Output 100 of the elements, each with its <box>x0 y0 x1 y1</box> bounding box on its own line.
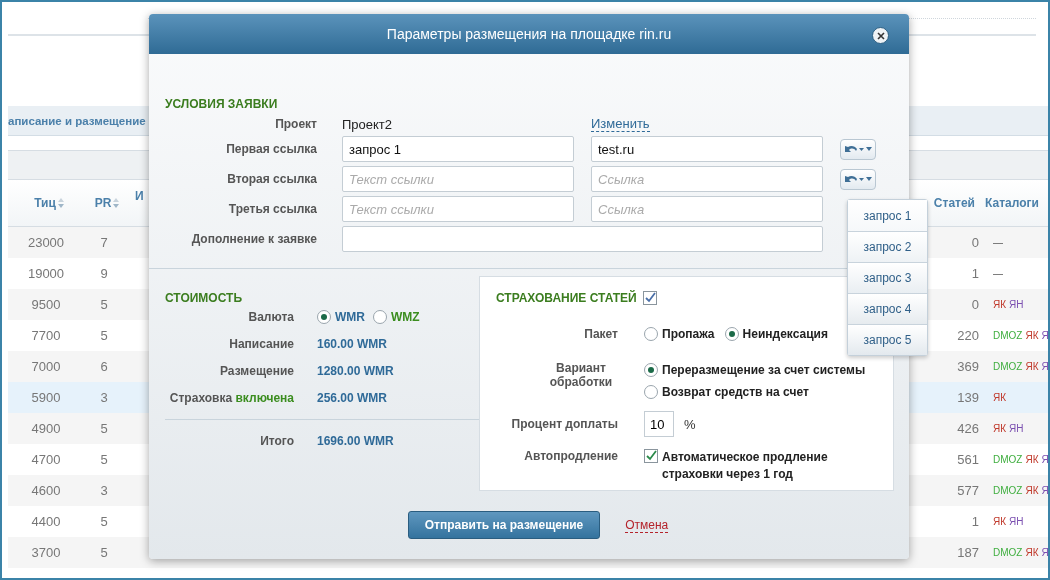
radio-button[interactable] <box>644 327 658 341</box>
field-label: Первая ссылка <box>225 142 318 156</box>
sort-icon <box>113 198 120 208</box>
undo-dropdown-button[interactable] <box>840 168 876 190</box>
table-cell-text: 6 <box>99 359 109 374</box>
price-value: 160.00 WMR <box>317 337 389 351</box>
catalog-tag: ЯН <box>1009 299 1024 310</box>
catalog-tag: ЯК <box>1025 330 1039 341</box>
undo-dropdown-button[interactable] <box>840 138 876 160</box>
field-label: Итого <box>259 434 295 448</box>
link-url-field[interactable]: test.ru <box>591 136 823 162</box>
catalog-tag: ЯК <box>1025 361 1039 372</box>
table-cell-text: 3 <box>99 390 109 405</box>
link-url-field[interactable]: Ссылка <box>591 196 823 222</box>
table-cell-text: 369 <box>956 359 980 374</box>
change-link[interactable]: Изменить <box>591 116 650 132</box>
menu-item[interactable]: запрос 5 <box>848 324 927 355</box>
tab[interactable]: аписание и размещение <box>8 114 146 127</box>
link-text-field[interactable]: Текст ссылки <box>342 166 574 192</box>
percent-field[interactable]: 10 <box>644 411 674 437</box>
menu-item[interactable]: запрос 4 <box>848 293 927 324</box>
link-text-field[interactable]: Текст ссылки <box>342 196 574 222</box>
field-label: Проект <box>274 117 318 131</box>
field-label: Процент доплаты <box>510 417 619 431</box>
catalog-tag: ЯК <box>1025 485 1039 496</box>
table-cell-text: 9500 <box>30 297 62 312</box>
close-button[interactable] <box>872 27 889 44</box>
table-cell-text: 0 <box>970 235 980 250</box>
radio-button[interactable] <box>724 327 739 341</box>
field-label: Валюта <box>247 310 295 324</box>
price-value: 1280.00 WMR <box>317 364 395 378</box>
table-cell-text: 5 <box>99 452 109 467</box>
table-cell-text: 5 <box>99 514 109 529</box>
catalog-tag: ЯК <box>993 423 1007 434</box>
table-cell-text: 5 <box>99 297 109 312</box>
table-cell-text: 4400 <box>30 514 62 529</box>
column-header[interactable]: PR <box>94 196 112 210</box>
option-label: Возврат средств на счет <box>662 385 809 399</box>
catalog-tag: — <box>993 237 1003 248</box>
catalog-tag: ЯН <box>1009 423 1024 434</box>
link-text-field[interactable]: запрос 1 <box>342 136 574 162</box>
field-label: Третья ссылка <box>227 202 318 216</box>
field-label: Вторая ссылка <box>226 172 318 186</box>
radio-button[interactable] <box>373 310 387 324</box>
note-field[interactable] <box>342 226 823 252</box>
table-cell-text: 7000 <box>30 359 62 374</box>
percent-unit: % <box>684 416 696 432</box>
catalog-tag: ЯК <box>1025 454 1039 465</box>
checkbox[interactable] <box>644 449 658 463</box>
checkbox[interactable] <box>642 291 657 305</box>
catalog-tag: — <box>993 268 1003 279</box>
table-cell-text: 7 <box>99 235 109 250</box>
column-header: Каталоги <box>985 196 1039 210</box>
section-heading: СТОИМОСТЬ <box>165 291 243 305</box>
column-header[interactable]: Тиц <box>34 196 56 210</box>
table-cell-text: 5900 <box>30 390 62 405</box>
project-name: Проект2 <box>342 116 394 132</box>
table-cell-text: 9 <box>99 266 109 281</box>
column-header: Статей <box>933 196 975 210</box>
table-cell-text: 561 <box>956 452 980 467</box>
table-cell-text: 5 <box>99 421 109 436</box>
catalog-tag: Я <box>1041 361 1048 372</box>
submit-button[interactable]: Отправить на размещение <box>407 511 601 539</box>
field-label: Вариант обработки <box>548 361 614 389</box>
catalog-tag: DMOZ <box>993 454 1023 465</box>
table-cell-text: 139 <box>956 390 980 405</box>
field-label: Пакет <box>583 327 619 341</box>
option-label: Автоматическое продление страховки через 1 год <box>662 449 829 483</box>
option-label: Переразмещение за счет системы <box>662 363 866 377</box>
field-label: Размещение <box>219 364 295 378</box>
sort-icon <box>57 198 64 208</box>
catalog-tag: DMOZ <box>993 485 1023 496</box>
price-value: 256.00 WMR <box>317 391 389 405</box>
catalog-tag: ЯК <box>1025 547 1039 558</box>
menu-item[interactable]: запрос 3 <box>848 262 927 293</box>
option-label: WMR <box>335 310 365 324</box>
catalog-tag: Я <box>1041 454 1048 465</box>
column-header: И <box>135 189 144 203</box>
radio-button[interactable] <box>317 310 331 324</box>
link-url-field[interactable]: Ссылка <box>591 166 823 192</box>
table-cell-text: 5 <box>99 328 109 343</box>
menu-item[interactable]: запрос 2 <box>848 231 927 262</box>
catalog-tag: DMOZ <box>993 330 1023 341</box>
table-cell-text: 0 <box>970 297 980 312</box>
field-label: Написание <box>228 337 295 351</box>
radio-button[interactable] <box>644 363 658 377</box>
menu-item[interactable]: запрос 1 <box>848 200 927 231</box>
table-cell-text: 4900 <box>30 421 62 436</box>
catalog-tag: Я <box>1041 330 1048 341</box>
close-icon <box>876 31 885 40</box>
table-cell-text: 19000 <box>26 266 66 281</box>
table-cell-text: 1 <box>970 514 980 529</box>
catalog-tag: ЯК <box>993 392 1007 403</box>
catalog-tag: ЯК <box>993 299 1007 310</box>
radio-button[interactable] <box>644 385 658 399</box>
table-cell-text: 3 <box>99 483 109 498</box>
cancel-link[interactable]: Отмена <box>625 517 669 533</box>
catalog-tag: DMOZ <box>993 361 1023 372</box>
undo-icon <box>844 174 864 184</box>
table-cell-text: 5 <box>99 545 109 560</box>
